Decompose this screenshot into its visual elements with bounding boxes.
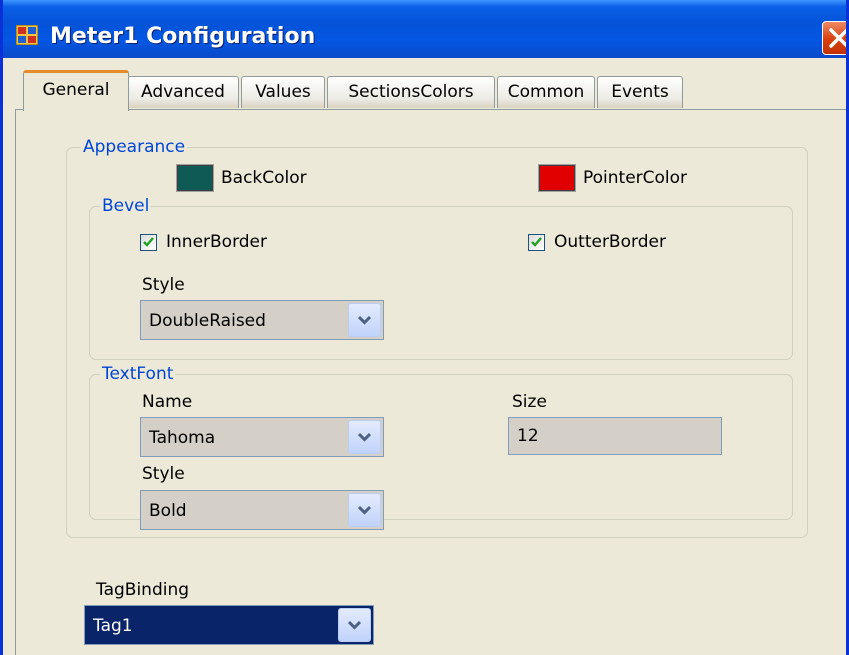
appearance-legend: Appearance (81, 137, 188, 157)
font-name-value: Tahoma (149, 428, 216, 448)
font-style-dropdown[interactable]: Bold (140, 490, 384, 530)
back-color-label: BackColor (221, 168, 307, 188)
dropdown-button[interactable] (348, 493, 381, 527)
chevron-down-icon (348, 620, 361, 630)
back-color-swatch[interactable] (176, 164, 214, 192)
font-size-value: 12 (517, 426, 539, 446)
font-name-label: Name (142, 392, 193, 412)
chevron-down-icon (358, 315, 371, 325)
bevel-style-dropdown[interactable]: DoubleRaised (140, 300, 384, 340)
general-tab-panel: Appearance BackColor PointerColor Bevel … (15, 109, 846, 655)
tag-binding-label: TagBinding (96, 580, 190, 600)
tab-general[interactable]: General (23, 70, 129, 111)
font-style-label: Style (142, 464, 185, 484)
bevel-style-label: Style (142, 275, 185, 295)
tab-advanced[interactable]: Advanced (127, 76, 239, 108)
outer-border-label[interactable]: OutterBorder (554, 231, 666, 253)
dropdown-button[interactable] (348, 420, 381, 454)
font-name-dropdown[interactable]: Tahoma (140, 417, 384, 457)
configuration-window: Meter1 Configuration General Advanced Va… (0, 0, 849, 655)
tab-strip: General Advanced Values SectionsColors C… (15, 70, 846, 111)
dropdown-button[interactable] (338, 608, 371, 642)
close-button[interactable] (822, 21, 846, 55)
tab-common[interactable]: Common (497, 76, 595, 108)
chevron-down-icon (358, 432, 371, 442)
appearance-group: Appearance BackColor PointerColor Bevel … (66, 137, 808, 538)
font-style-value: Bold (149, 501, 187, 521)
checkmark-icon (143, 237, 154, 247)
tag-binding-dropdown[interactable]: Tag1 (84, 605, 374, 645)
outer-border-checkbox[interactable] (528, 234, 545, 251)
bevel-style-value: DoubleRaised (149, 311, 266, 331)
title-bar[interactable]: Meter1 Configuration (3, 0, 846, 58)
dropdown-button[interactable] (348, 303, 381, 337)
tab-values[interactable]: Values (241, 76, 325, 108)
tab-sectionscolors[interactable]: SectionsColors (327, 76, 495, 108)
checkmark-icon (531, 237, 542, 247)
tag-binding-value: Tag1 (93, 616, 133, 636)
textfont-legend: TextFont (100, 364, 176, 384)
pointer-color-label: PointerColor (583, 168, 688, 188)
close-icon (829, 28, 846, 48)
textfont-group: TextFont Name Tahoma Size 12 Style Bold (89, 364, 793, 530)
inner-border-label[interactable]: InnerBorder (166, 231, 267, 253)
inner-border-checkbox[interactable] (140, 234, 157, 251)
bevel-legend: Bevel (100, 196, 152, 216)
chevron-down-icon (358, 505, 371, 515)
font-size-label: Size (512, 392, 547, 412)
pointer-color-swatch[interactable] (538, 164, 576, 192)
window-title: Meter1 Configuration (50, 24, 316, 49)
app-icon (16, 25, 38, 45)
font-size-input[interactable]: 12 (508, 417, 722, 455)
bevel-group: Bevel InnerBorder OutterBorder Style Dou… (89, 196, 793, 360)
tab-events[interactable]: Events (597, 76, 683, 108)
